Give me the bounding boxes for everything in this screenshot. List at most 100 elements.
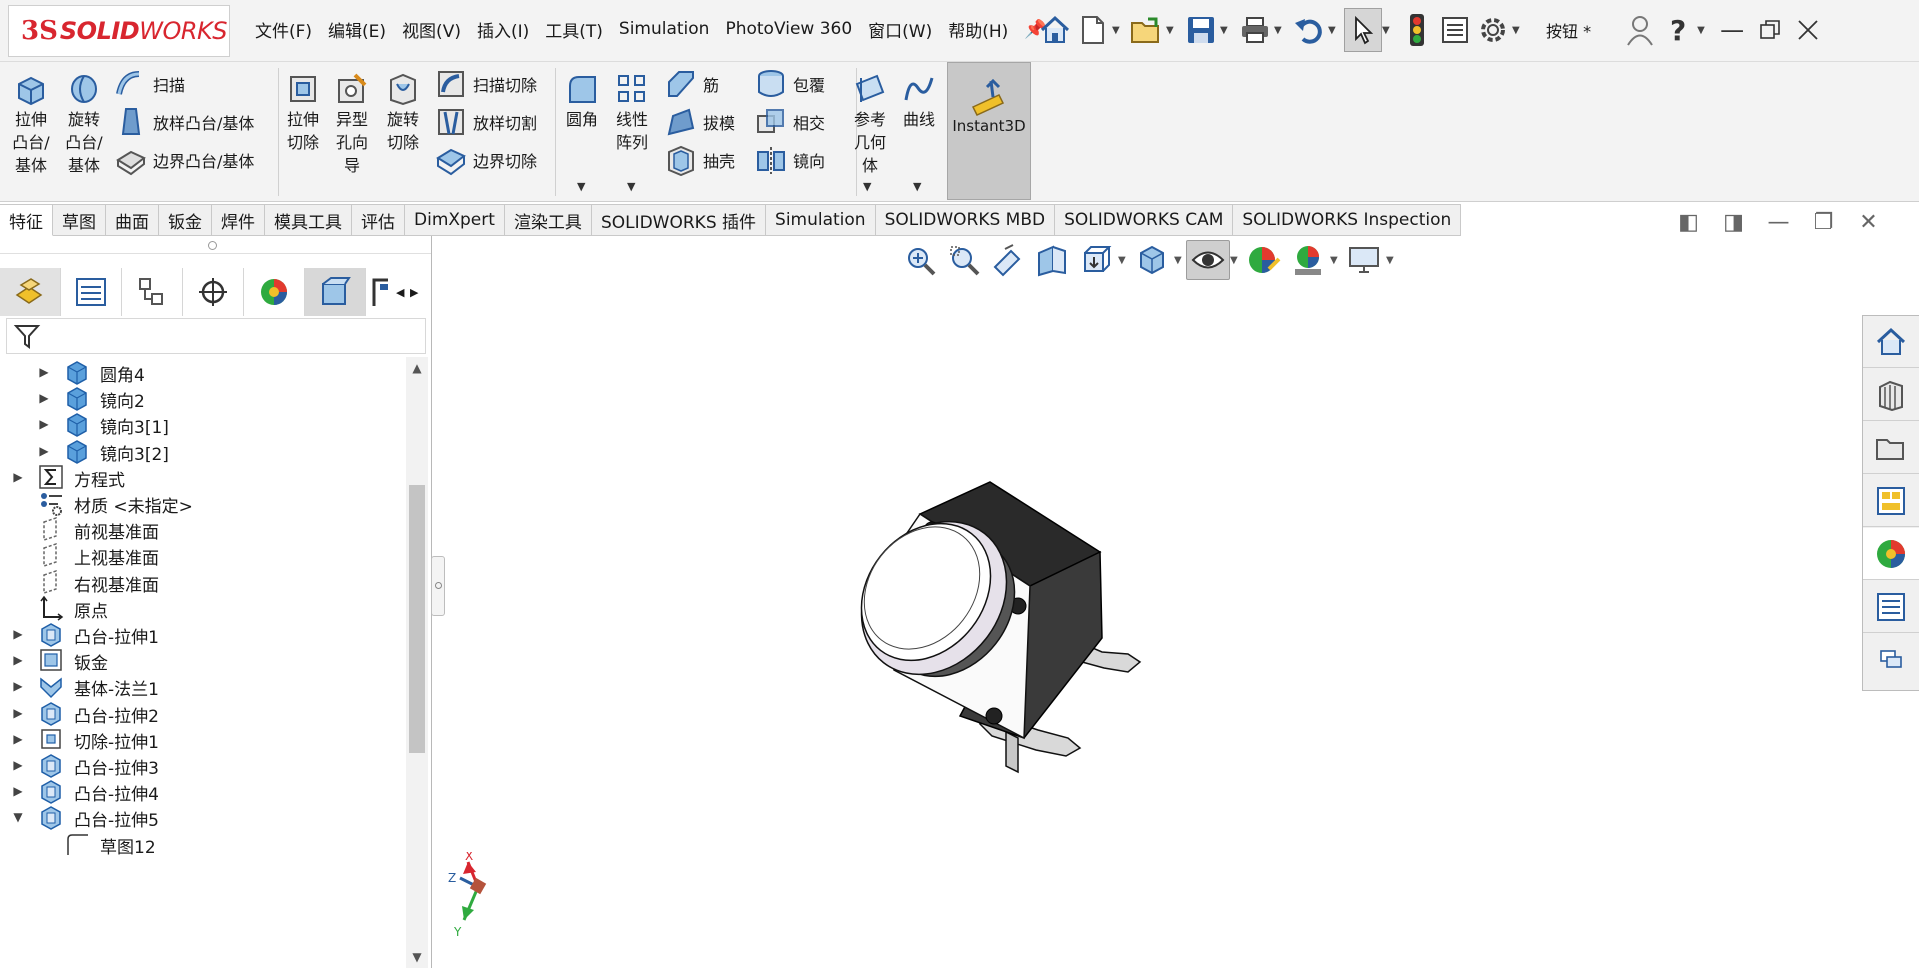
tree-scrollbar[interactable]: ▲ ▼ (406, 357, 428, 968)
expand-arrow-icon[interactable]: ▶ (10, 784, 26, 798)
new-dropdown-icon[interactable]: ▼ (1112, 25, 1124, 36)
section-view-icon[interactable] (1030, 240, 1074, 280)
file-explorer-icon[interactable] (1863, 422, 1919, 474)
expand-arrow-icon[interactable]: ▶ (36, 417, 52, 431)
extruded-cut-button[interactable]: 拉伸 切除 (283, 72, 323, 154)
curves-button[interactable]: 曲线 (899, 72, 939, 131)
scrollbar-thumb[interactable] (409, 485, 425, 753)
expand-arrow-icon[interactable]: ▶ (10, 627, 26, 641)
select-icon[interactable] (1344, 8, 1382, 52)
dimxpertmanager-tab-icon[interactable] (183, 268, 244, 316)
display-style-dropdown-icon[interactable]: ▼ (1174, 255, 1184, 266)
expand-arrow-icon[interactable]: ▶ (10, 679, 26, 693)
tree-item[interactable]: 草图12 (0, 829, 405, 861)
tile-left-icon[interactable]: ◧ (1666, 210, 1711, 235)
instant3d-button[interactable]: Instant3D (947, 62, 1031, 200)
tab-surfaces[interactable]: 曲面 (106, 204, 159, 236)
zoom-to-area-icon[interactable] (942, 240, 986, 280)
tab-solidworks-addins[interactable]: SOLIDWORKS 插件 (591, 204, 767, 236)
menu-edit[interactable]: 编辑(E) (328, 17, 386, 42)
display-style-icon[interactable] (1130, 240, 1174, 280)
custom-properties-icon[interactable] (1863, 581, 1919, 633)
solidworks-logo[interactable]: 3S SOLIDWORKS (8, 5, 230, 57)
lofted-cut-button[interactable]: 放样切割 (435, 106, 537, 138)
displaymanager-tab-icon[interactable] (244, 268, 305, 316)
expand-arrow-icon[interactable]: ▶ (10, 758, 26, 772)
expand-arrow-icon[interactable]: ▶ (36, 391, 52, 405)
sweep-button[interactable]: 扫描 (115, 68, 185, 100)
lofted-boss-button[interactable]: 放样凸台/基体 (115, 106, 254, 138)
intersect-button[interactable]: 相交 (755, 106, 825, 138)
open-icon[interactable] (1128, 8, 1166, 52)
hide-show-items-icon[interactable] (1186, 240, 1230, 280)
menu-insert[interactable]: 插入(I) (477, 17, 529, 42)
help-dropdown-icon[interactable]: ▼ (1697, 25, 1709, 36)
tabs-scroll-right-icon[interactable]: ▶ (410, 286, 424, 299)
expand-arrow-icon[interactable]: ▶ (10, 653, 26, 667)
revolved-boss-button[interactable]: 旋转 凸台/ 基体 (61, 72, 107, 177)
scroll-down-icon[interactable]: ▼ (406, 950, 428, 964)
draft-button[interactable]: 拔模 (665, 106, 735, 138)
menu-tools[interactable]: 工具(T) (545, 17, 603, 42)
new-document-icon[interactable] (1074, 8, 1112, 52)
swept-cut-button[interactable]: 扫描切除 (435, 68, 537, 100)
tab-solidworks-mbd[interactable]: SOLIDWORKS MBD (875, 204, 1056, 236)
tree-filter[interactable] (6, 318, 426, 354)
fillet-dropdown-icon[interactable]: ▼ (577, 180, 585, 193)
pattern-dropdown-icon[interactable]: ▼ (627, 180, 635, 193)
file-properties-icon[interactable] (1436, 8, 1474, 52)
collapse-arrow-icon[interactable]: ▼ (10, 810, 26, 824)
expand-arrow-icon[interactable]: ▶ (10, 732, 26, 746)
tab-sketch[interactable]: 草图 (53, 204, 106, 236)
linear-pattern-button[interactable]: 线性 阵列 (610, 72, 654, 154)
help-icon[interactable]: ? (1659, 8, 1697, 52)
boundary-boss-button[interactable]: 边界凸台/基体 (115, 144, 254, 176)
print-dropdown-icon[interactable]: ▼ (1274, 25, 1286, 36)
revolved-cut-button[interactable]: 旋转 切除 (383, 72, 423, 154)
tab-render-tools[interactable]: 渲染工具 (504, 204, 592, 236)
tab-simulation[interactable]: Simulation (766, 204, 876, 236)
cam-feature-tree-tab-icon[interactable] (305, 268, 366, 316)
design-library-icon[interactable] (1863, 369, 1919, 421)
open-dropdown-icon[interactable]: ▼ (1166, 25, 1178, 36)
wrap-button[interactable]: 包覆 (755, 68, 825, 100)
minimize-icon[interactable]: — (1713, 8, 1751, 52)
undo-dropdown-icon[interactable]: ▼ (1328, 25, 1340, 36)
print-icon[interactable] (1236, 8, 1274, 52)
curves-dropdown-icon[interactable]: ▼ (913, 180, 921, 193)
reference-geometry-button[interactable]: 参考 几何 体 (850, 72, 890, 177)
tab-mold-tools[interactable]: 模具工具 (265, 204, 352, 236)
view-orientation-dropdown-icon[interactable]: ▼ (1118, 255, 1128, 266)
doc-restore-icon[interactable]: ❐ (1801, 210, 1846, 235)
apply-scene-icon[interactable] (1286, 240, 1330, 280)
mirror-button[interactable]: 镜向 (755, 144, 825, 176)
view-settings-dropdown-icon[interactable]: ▼ (1386, 255, 1396, 266)
expand-arrow-icon[interactable]: ▶ (36, 365, 52, 379)
cam-operation-tree-tab-icon[interactable] (366, 268, 396, 316)
close-icon[interactable] (1789, 8, 1827, 52)
rib-button[interactable]: 筋 (665, 68, 719, 100)
expand-arrow-icon[interactable]: ▶ (36, 444, 52, 458)
tab-solidworks-inspection[interactable]: SOLIDWORKS Inspection (1233, 204, 1462, 236)
configurationmanager-tab-icon[interactable] (122, 268, 183, 316)
user-account-icon[interactable] (1621, 8, 1659, 52)
zoom-to-fit-icon[interactable] (898, 240, 942, 280)
undo-icon[interactable] (1290, 8, 1328, 52)
solidworks-resources-icon[interactable] (1863, 316, 1919, 368)
options-icon[interactable] (1474, 8, 1512, 52)
apply-scene-dropdown-icon[interactable]: ▼ (1330, 255, 1340, 266)
shell-button[interactable]: 抽壳 (665, 144, 735, 176)
menu-view[interactable]: 视图(V) (402, 17, 461, 42)
tabs-scroll-left-icon[interactable]: ◀ (396, 286, 410, 299)
expand-arrow-icon[interactable]: ▶ (10, 470, 26, 484)
edit-appearance-icon[interactable] (1242, 240, 1286, 280)
tab-features[interactable]: 特征 (0, 204, 53, 236)
select-dropdown-icon[interactable]: ▼ (1382, 25, 1394, 36)
save-icon[interactable] (1182, 8, 1220, 52)
boundary-cut-button[interactable]: 边界切除 (435, 144, 537, 176)
menu-file[interactable]: 文件(F) (255, 17, 312, 42)
doc-close-icon[interactable]: ✕ (1846, 210, 1891, 235)
rebuild-icon[interactable] (1398, 8, 1436, 52)
view-orientation-icon[interactable] (1074, 240, 1118, 280)
tactile-switch-model[interactable] (780, 468, 1170, 798)
